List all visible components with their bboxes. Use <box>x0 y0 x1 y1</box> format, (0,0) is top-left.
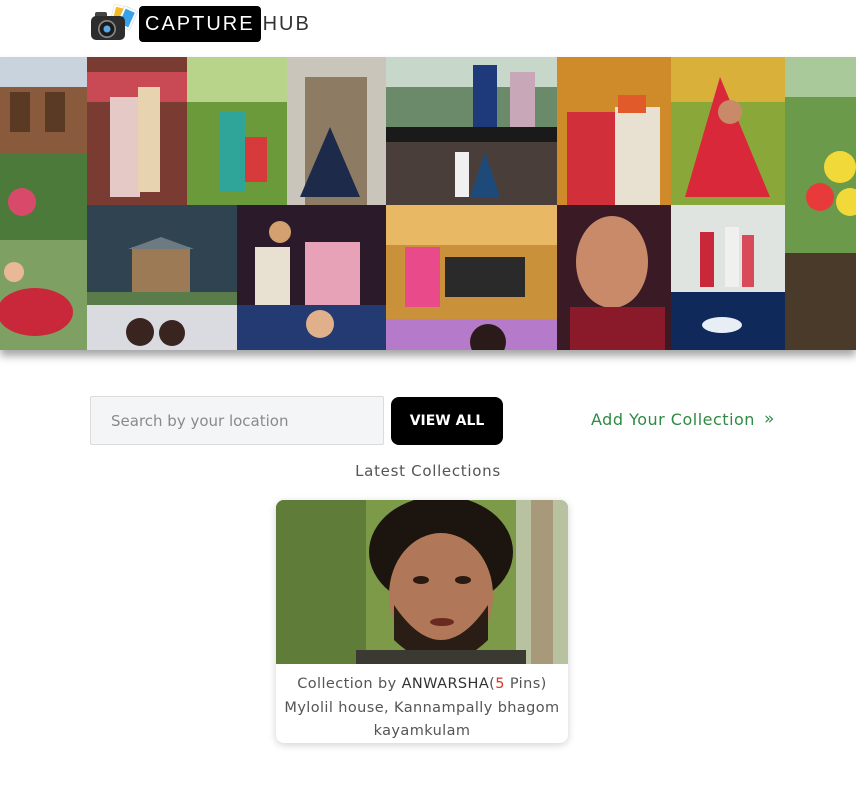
portrait-photo <box>276 500 568 664</box>
photo-dark-portrait <box>785 253 856 350</box>
pins-count: 5 <box>495 676 505 692</box>
camera-icon <box>90 4 138 44</box>
site-logo[interactable]: CAPTURE HUB <box>90 4 311 44</box>
add-your-collection-link[interactable]: Add Your Collection » <box>591 409 775 429</box>
logo-text-capture: CAPTURE <box>139 6 261 42</box>
double-chevron-right-icon: » <box>763 409 775 429</box>
header: CAPTURE HUB <box>0 0 856 57</box>
pins-label: Pins) <box>509 676 547 692</box>
add-collection-label: Add Your Collection <box>591 409 755 429</box>
collection-prefix: Collection by <box>297 676 397 692</box>
view-all-button[interactable]: VIEW ALL <box>391 397 503 445</box>
hero-photo-collage <box>0 57 856 350</box>
collection-details: Collection by ANWARSHA(5 Pins) Mylolil h… <box>276 673 568 743</box>
collection-card[interactable]: Collection by ANWARSHA(5 Pins) Mylolil h… <box>276 500 568 743</box>
collection-address-line1: Mylolil house, Kannampally bhagom <box>284 699 560 716</box>
latest-collections-heading: Latest Collections <box>355 462 501 480</box>
collection-address-line2: kayamkulam <box>373 723 471 739</box>
location-search-input[interactable] <box>90 396 384 445</box>
collection-cover-photo[interactable] <box>276 500 568 664</box>
collection-owner-line: Collection by ANWARSHA(5 Pins) <box>276 673 568 697</box>
collage-photos <box>0 57 856 350</box>
logo-text-hub: HUB <box>262 12 311 35</box>
collection-owner-name[interactable]: ANWARSHA <box>402 676 490 692</box>
